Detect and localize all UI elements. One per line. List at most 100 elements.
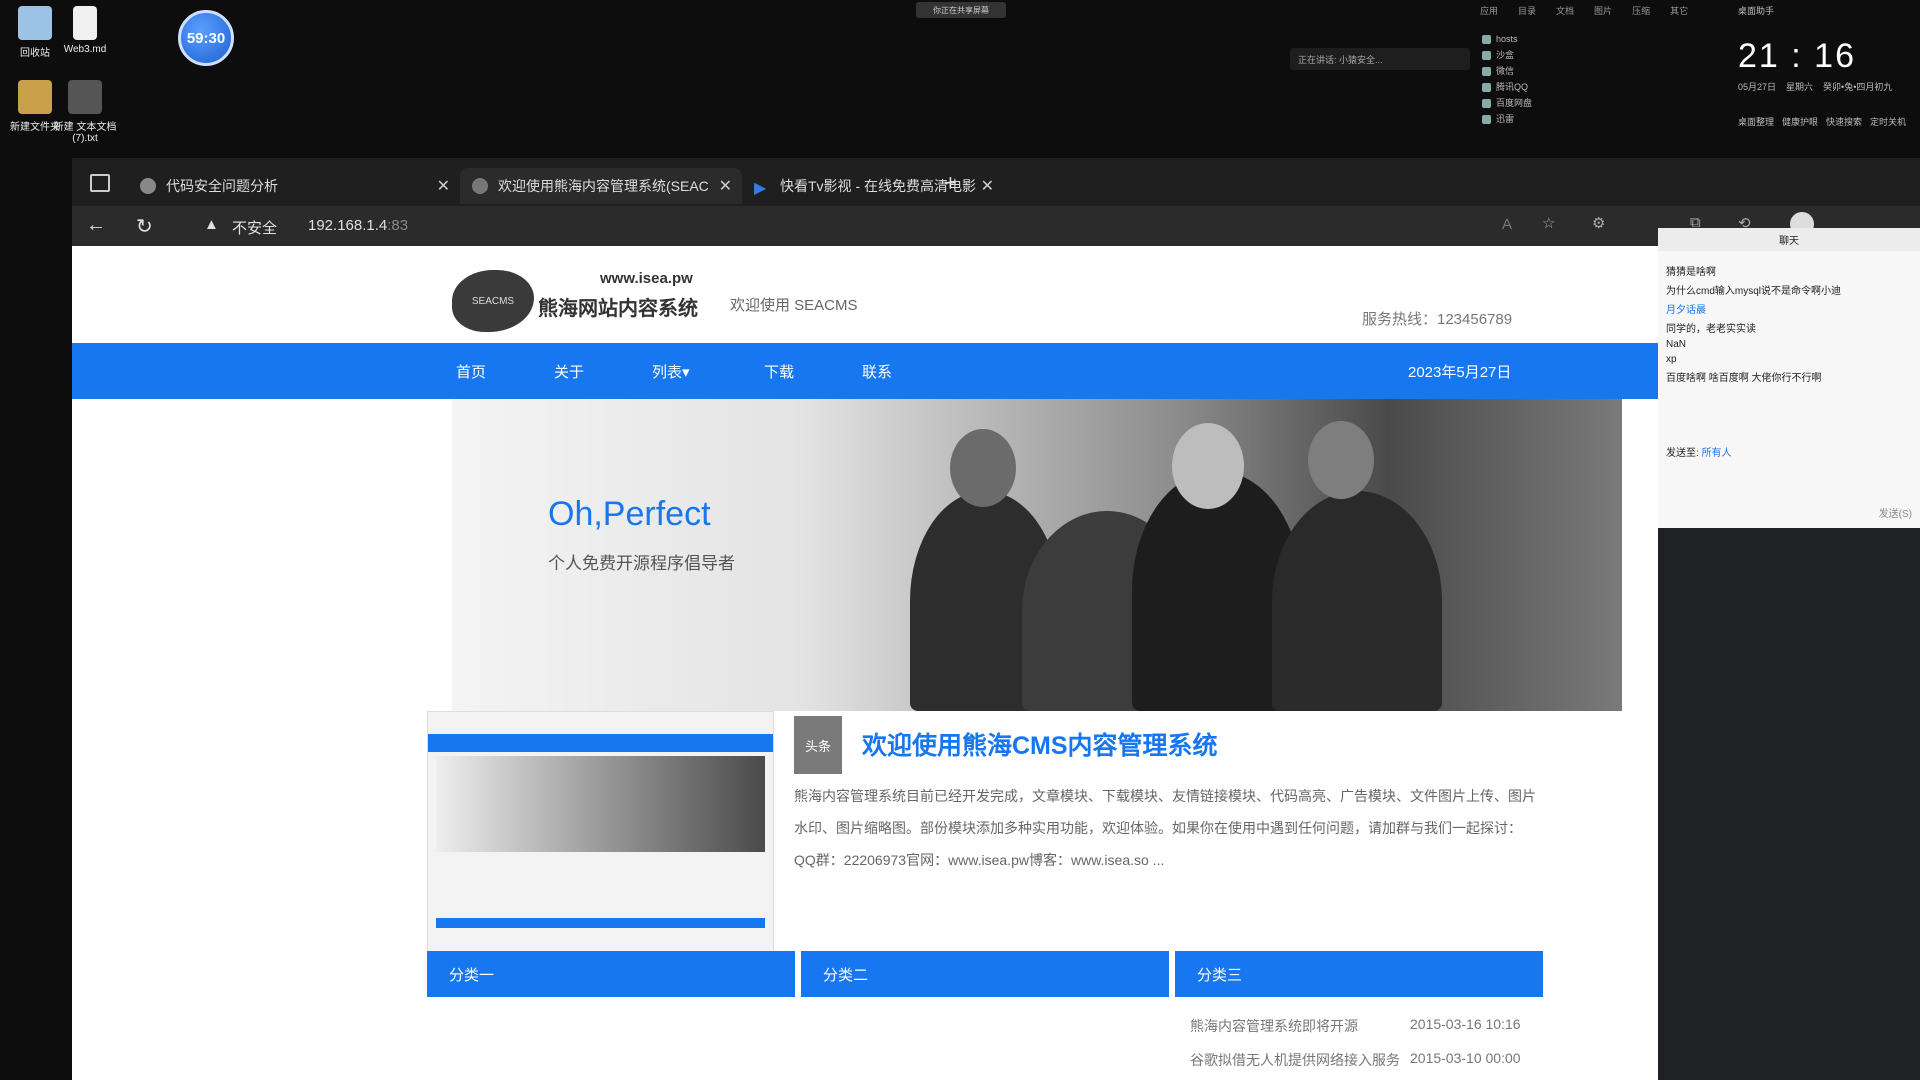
tab-code-security[interactable]: 代码安全问题分析 ✕ [128, 168, 460, 204]
desktop-icon-label: Web3.md [63, 44, 107, 55]
desktop-icon-label: 新建 文本文档 (7).txt [53, 122, 117, 144]
url-text[interactable]: 192.168.1.4:83 [308, 217, 408, 234]
chat-message: 猜猜是啥啊 [1666, 267, 1716, 278]
article-excerpt-line: QQ群：22206973官网：www.isea.pw博客：www.isea.so… [794, 852, 1165, 868]
hero-title: Oh,Perfect [548, 495, 711, 533]
article-title[interactable]: 欢迎使用熊海CMS内容管理系统 [862, 726, 1218, 762]
favorite-icon[interactable]: ☆ [1542, 214, 1555, 232]
tab-kuaikan-tv[interactable]: ▶ 快看Tv影视 - 在线免费高清电影 ✕ [742, 168, 1004, 204]
web-page: SEACMS www.isea.pw 熊海网站内容系统 欢迎使用 SEACMS … [72, 246, 1658, 1080]
not-secure-label[interactable]: 不安全 [232, 217, 277, 238]
tab-favicon-icon [140, 178, 156, 194]
clock-action[interactable]: 桌面整理 [1738, 115, 1774, 128]
hero-person [1272, 491, 1442, 711]
clock-time: 21 : 16 [1738, 37, 1856, 75]
chevron-down-icon: ▾ [682, 364, 690, 381]
fence-item[interactable]: 腾讯QQ [1480, 79, 1730, 95]
chat-message: 百度啥啊 啥百度啊 大佬你行不行啊 [1666, 373, 1822, 384]
site-date: 2023年5月27日 [1408, 364, 1512, 381]
nav-contact[interactable]: 联系 [862, 361, 892, 382]
news-item-title[interactable]: 熊海内容管理系统即将开源 [1190, 1016, 1358, 1036]
nav-list[interactable]: 列表▾ [652, 361, 690, 382]
tab-title: 代码安全问题分析 [166, 178, 278, 194]
desktop-fence: 应用 目录 文档 图片 压缩 其它 hosts 沙盒 微信 腾讯QQ 百度网盘 … [1480, 4, 1730, 154]
fence-item[interactable]: 沙盒 [1480, 47, 1730, 63]
news-item-date: 2015-03-16 10:16 [1410, 1016, 1521, 1032]
thumbnail-category-strip [436, 918, 765, 928]
clock-panel-title: 桌面助手 [1738, 6, 1775, 16]
chat-window: 聊天 猜猜是啥啊 为什么cmd输入mysql说不是命令啊小迪 月夕话晨 同学的，… [1658, 228, 1920, 528]
fence-tab[interactable]: 目录 [1518, 4, 1536, 17]
hero-subtitle: 个人免费开源程序倡导者 [548, 554, 735, 573]
chat-title: 聊天 [1658, 228, 1920, 251]
site-welcome: 欢迎使用 SEACMS [730, 297, 858, 314]
news-item-title[interactable]: 谷歌拟借无人机提供网络接入服务 [1190, 1050, 1400, 1070]
thumbnail-hero-strip [436, 756, 765, 852]
nav-download[interactable]: 下载 [764, 361, 794, 382]
tab-bar: 代码安全问题分析 ✕ 欢迎使用熊海内容管理系统(SEAC ✕ ▶ 快看Tv影视 … [72, 158, 1920, 206]
screen-share-indicator[interactable]: 你正在共享屏幕 [916, 2, 1006, 18]
browser-window: 代码安全问题分析 ✕ 欢迎使用熊海内容管理系统(SEAC ✕ ▶ 快看Tv影视 … [72, 158, 1920, 1080]
desktop-icon-web3-md[interactable]: Web3.md [50, 6, 120, 55]
fence-tab[interactable]: 应用 [1480, 4, 1498, 17]
document-icon [73, 6, 97, 40]
fence-tab[interactable]: 文档 [1556, 4, 1574, 17]
category-3-button[interactable]: 分类三 [1175, 951, 1543, 997]
nav-about[interactable]: 关于 [554, 361, 584, 382]
site-hotline: 服务热线：123456789 [1362, 311, 1513, 328]
fence-tab[interactable]: 其它 [1670, 4, 1688, 17]
hero-person-head [1172, 423, 1244, 509]
article-excerpt-line: 水印、图片缩略图。部份模块添加多种实用功能，欢迎体验。如果你在使用中遇到任何问题… [794, 820, 1522, 836]
desktop-icon-new-text[interactable]: 新建 文本文档 (7).txt [50, 80, 120, 144]
fence-item[interactable]: 百度网盘 [1480, 95, 1730, 111]
nav-list-label: 列表 [652, 364, 683, 381]
category-2-button[interactable]: 分类二 [801, 951, 1169, 997]
hero-person-head [1308, 421, 1374, 499]
text-file-icon [68, 80, 102, 114]
site-logo-name: 熊海网站内容系统 [538, 298, 698, 320]
clock-action[interactable]: 健康护眼 [1782, 115, 1818, 128]
clock-action[interactable]: 快速搜索 [1826, 115, 1862, 128]
meeting-speaker-bar[interactable]: 正在讲话: 小猿安全... [1290, 48, 1470, 70]
recycle-bin-icon [18, 6, 52, 40]
close-icon[interactable]: ✕ [719, 176, 732, 196]
nav-home[interactable]: 首页 [456, 361, 486, 382]
chat-message: 同学的，老老实实读 [1666, 324, 1756, 335]
thumbnail-nav-strip [428, 734, 773, 752]
close-icon[interactable]: ✕ [981, 176, 994, 196]
seacms-logo[interactable]: SEACMS [452, 270, 534, 332]
address-bar: ← ↻ ▲ 不安全 192.168.1.4:83 A ☆ ⚙ ⧉ ⟲ [72, 206, 1920, 246]
send-to-select[interactable]: 所有人 [1702, 448, 1732, 459]
news-item-date: 2015-03-10 00:00 [1410, 1050, 1521, 1066]
clock-action[interactable]: 定时关机 [1870, 115, 1906, 128]
tab-actions-icon[interactable] [90, 174, 110, 192]
hero-person-head [950, 429, 1016, 507]
folder-icon [18, 80, 52, 114]
tab-seacms[interactable]: 欢迎使用熊海内容管理系统(SEAC ✕ [460, 168, 742, 204]
fence-item[interactable]: 迅雷 [1480, 111, 1730, 127]
fence-tab[interactable]: 图片 [1594, 4, 1612, 17]
url-port: :83 [387, 217, 409, 234]
send-button[interactable]: 发送(S) [1879, 505, 1912, 520]
clock-date: 05月27日 [1738, 82, 1777, 92]
new-tab-icon[interactable]: + [944, 170, 957, 196]
article-excerpt-line: 熊海内容管理系统目前已经开发完成，文章模块、下载模块、友情链接模块、代码高亮、广… [794, 788, 1536, 804]
timer-badge[interactable]: 59:30 [178, 10, 234, 66]
warning-icon[interactable]: ▲ [204, 216, 219, 233]
category-1-button[interactable]: 分类一 [427, 951, 795, 997]
extension-icon[interactable]: ⚙ [1592, 214, 1605, 232]
fence-item[interactable]: hosts [1480, 31, 1730, 47]
clock-weekday: 星期六 [1786, 82, 1814, 92]
reload-icon[interactable]: ↻ [136, 214, 153, 239]
chat-message: 为什么cmd输入mysql说不是命令啊小迪 [1666, 286, 1842, 297]
fence-item[interactable]: 微信 [1480, 63, 1730, 79]
clock-lunar: 癸卯•兔•四月初九 [1823, 82, 1893, 92]
back-icon[interactable]: ← [86, 214, 106, 237]
fence-tab[interactable]: 压缩 [1632, 4, 1650, 17]
article-thumbnail[interactable] [427, 711, 774, 953]
hero-banner: Oh,Perfect 个人免费开源程序倡导者 [452, 399, 1622, 711]
tab-title: 欢迎使用熊海内容管理系统(SEAC [498, 178, 709, 194]
site-domain: www.isea.pw [600, 270, 693, 287]
close-icon[interactable]: ✕ [437, 176, 450, 196]
font-icon[interactable]: A [1502, 216, 1512, 233]
